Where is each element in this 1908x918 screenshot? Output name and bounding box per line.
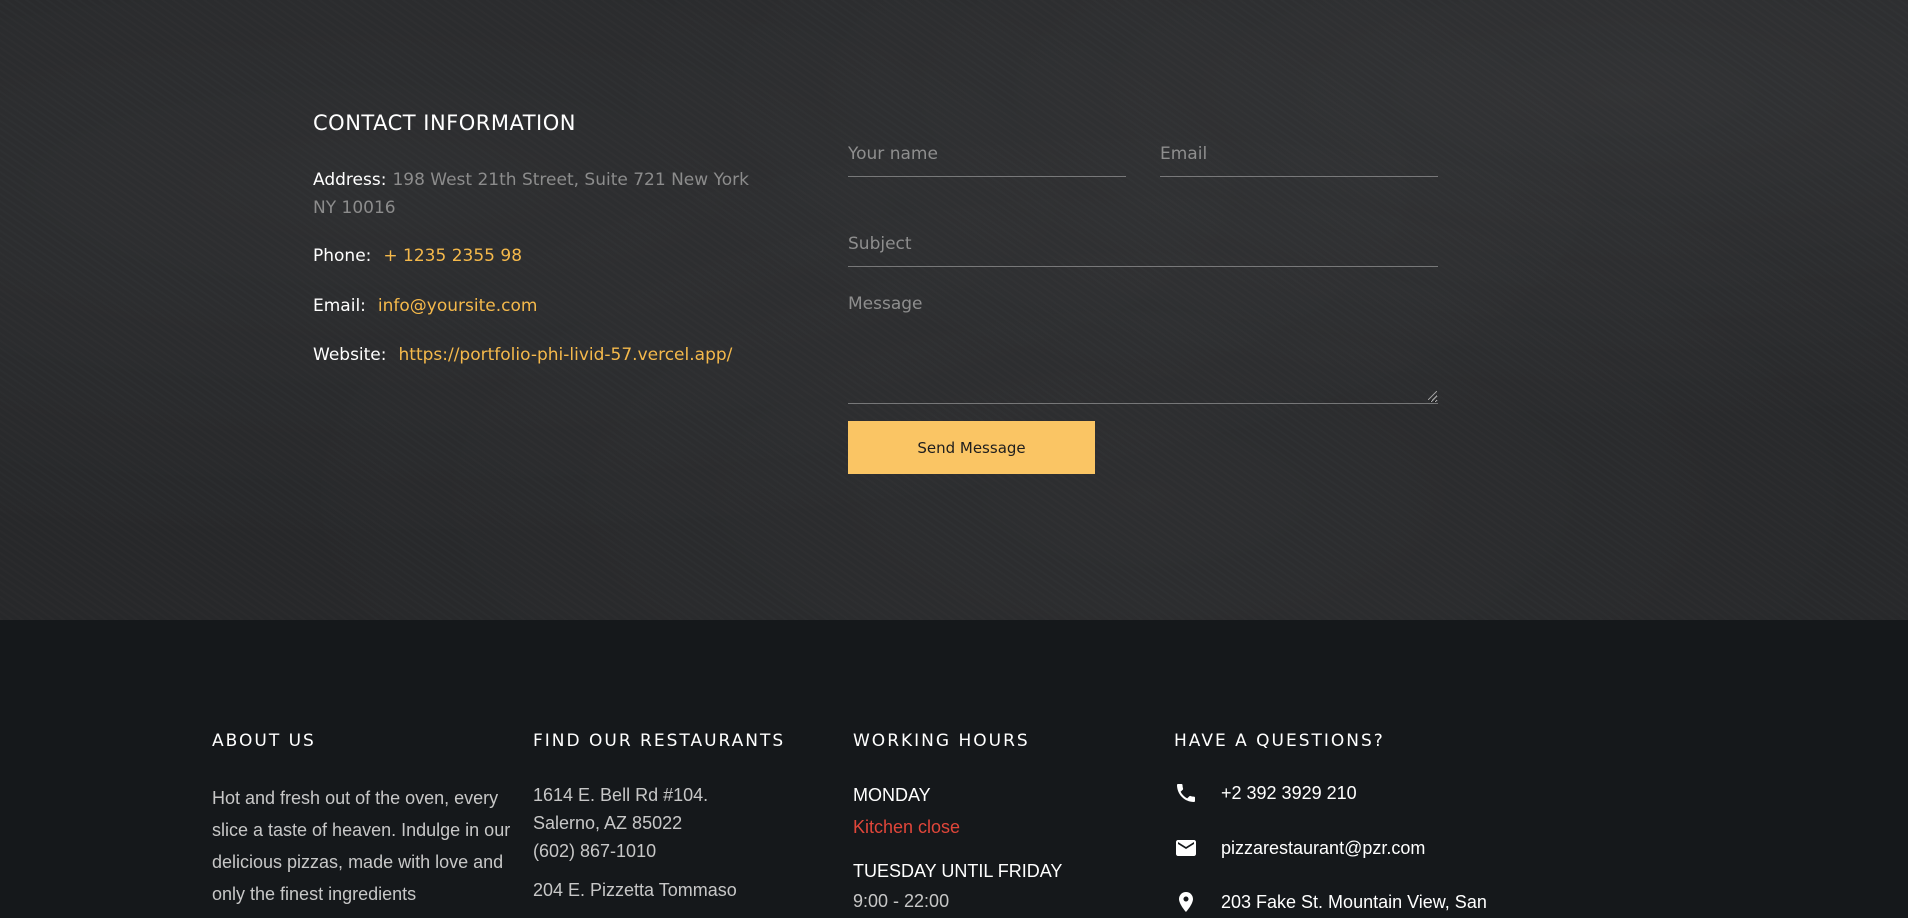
phone-link[interactable]: + 1235 2355 98 <box>383 246 522 266</box>
website-info: Website: https://portfolio-phi-livid-57.v… <box>313 341 732 369</box>
hours-tuesday-friday-time: 9:00 - 22:00 <box>853 891 950 911</box>
hours-day-monday: MONDAY <box>853 785 931 805</box>
address-line2: NY 10016 <box>313 198 396 218</box>
phone-label: Phone: <box>313 246 372 266</box>
phone-info: Phone: + 1235 2355 98 <box>313 242 522 270</box>
footer-address: 203 Fake St. Mountain View, San <box>1221 892 1487 912</box>
location-icon <box>1174 890 1198 914</box>
website-link[interactable]: https://portfolio-phi-livid-57.vercel.ap… <box>399 345 733 365</box>
about-line: only the finest ingredients <box>212 884 417 904</box>
subject-field-wrapper <box>848 222 1438 267</box>
subject-input[interactable] <box>848 222 1438 266</box>
about-text: Hot and fresh out of the oven, every sli… <box>212 782 510 910</box>
address-info-line2: NY 10016 <box>313 194 396 222</box>
contact-section: CONTACT INFORMATION Address: 198 West 21t… <box>0 0 1908 620</box>
message-textarea[interactable] <box>848 294 1438 403</box>
send-message-button[interactable]: Send Message <box>848 421 1095 474</box>
address-line1: 198 West 21th Street, Suite 721 New York <box>392 170 749 190</box>
about-title: ABOUT US <box>212 731 316 751</box>
restaurant-address-1: 1614 E. Bell Rd #104. Salerno, AZ 85022 … <box>533 781 708 865</box>
about-line: slice a taste of heaven. Indulge in our <box>212 820 511 840</box>
name-field-wrapper <box>848 132 1126 177</box>
email-link[interactable]: info@yoursite.com <box>378 296 538 316</box>
email-input[interactable] <box>1160 132 1438 176</box>
email-label: Email: <box>313 296 366 316</box>
restaurants-title: FIND OUR RESTAURANTS <box>533 731 786 751</box>
restaurant-line: 1614 E. Bell Rd #104. <box>533 785 709 805</box>
questions-title: HAVE A QUESTIONS? <box>1174 731 1385 751</box>
address-label: Address: <box>313 170 387 190</box>
hours-monday-status: Kitchen close <box>853 817 961 837</box>
mail-icon <box>1174 836 1198 860</box>
message-field-wrapper <box>848 294 1438 404</box>
restaurant-line: (602) 867-1010 <box>533 841 657 861</box>
email-info: Email: info@yoursite.com <box>313 292 537 320</box>
footer-phone-link[interactable]: +2 392 3929 210 <box>1221 781 1357 805</box>
textarea-resize-handle[interactable] <box>1428 391 1437 400</box>
footer-email-link[interactable]: pizzarestaurant@pzr.com <box>1221 836 1425 860</box>
restaurant-line: Salerno, AZ 85022 <box>533 813 683 833</box>
phone-icon <box>1174 781 1198 805</box>
name-input[interactable] <box>848 132 1126 176</box>
contact-title: CONTACT INFORMATION <box>313 111 576 135</box>
website-label: Website: <box>313 345 387 365</box>
email-field-wrapper <box>1160 132 1438 177</box>
hours-day-tuesday-friday: TUESDAY UNTIL FRIDAY <box>853 861 1063 881</box>
hours-title: WORKING HOURS <box>853 731 1030 751</box>
about-line: delicious pizzas, made with love and <box>212 852 504 872</box>
address-info: Address: 198 West 21th Street, Suite 721 … <box>313 166 749 194</box>
about-line: Hot and fresh out of the oven, every <box>212 788 499 808</box>
